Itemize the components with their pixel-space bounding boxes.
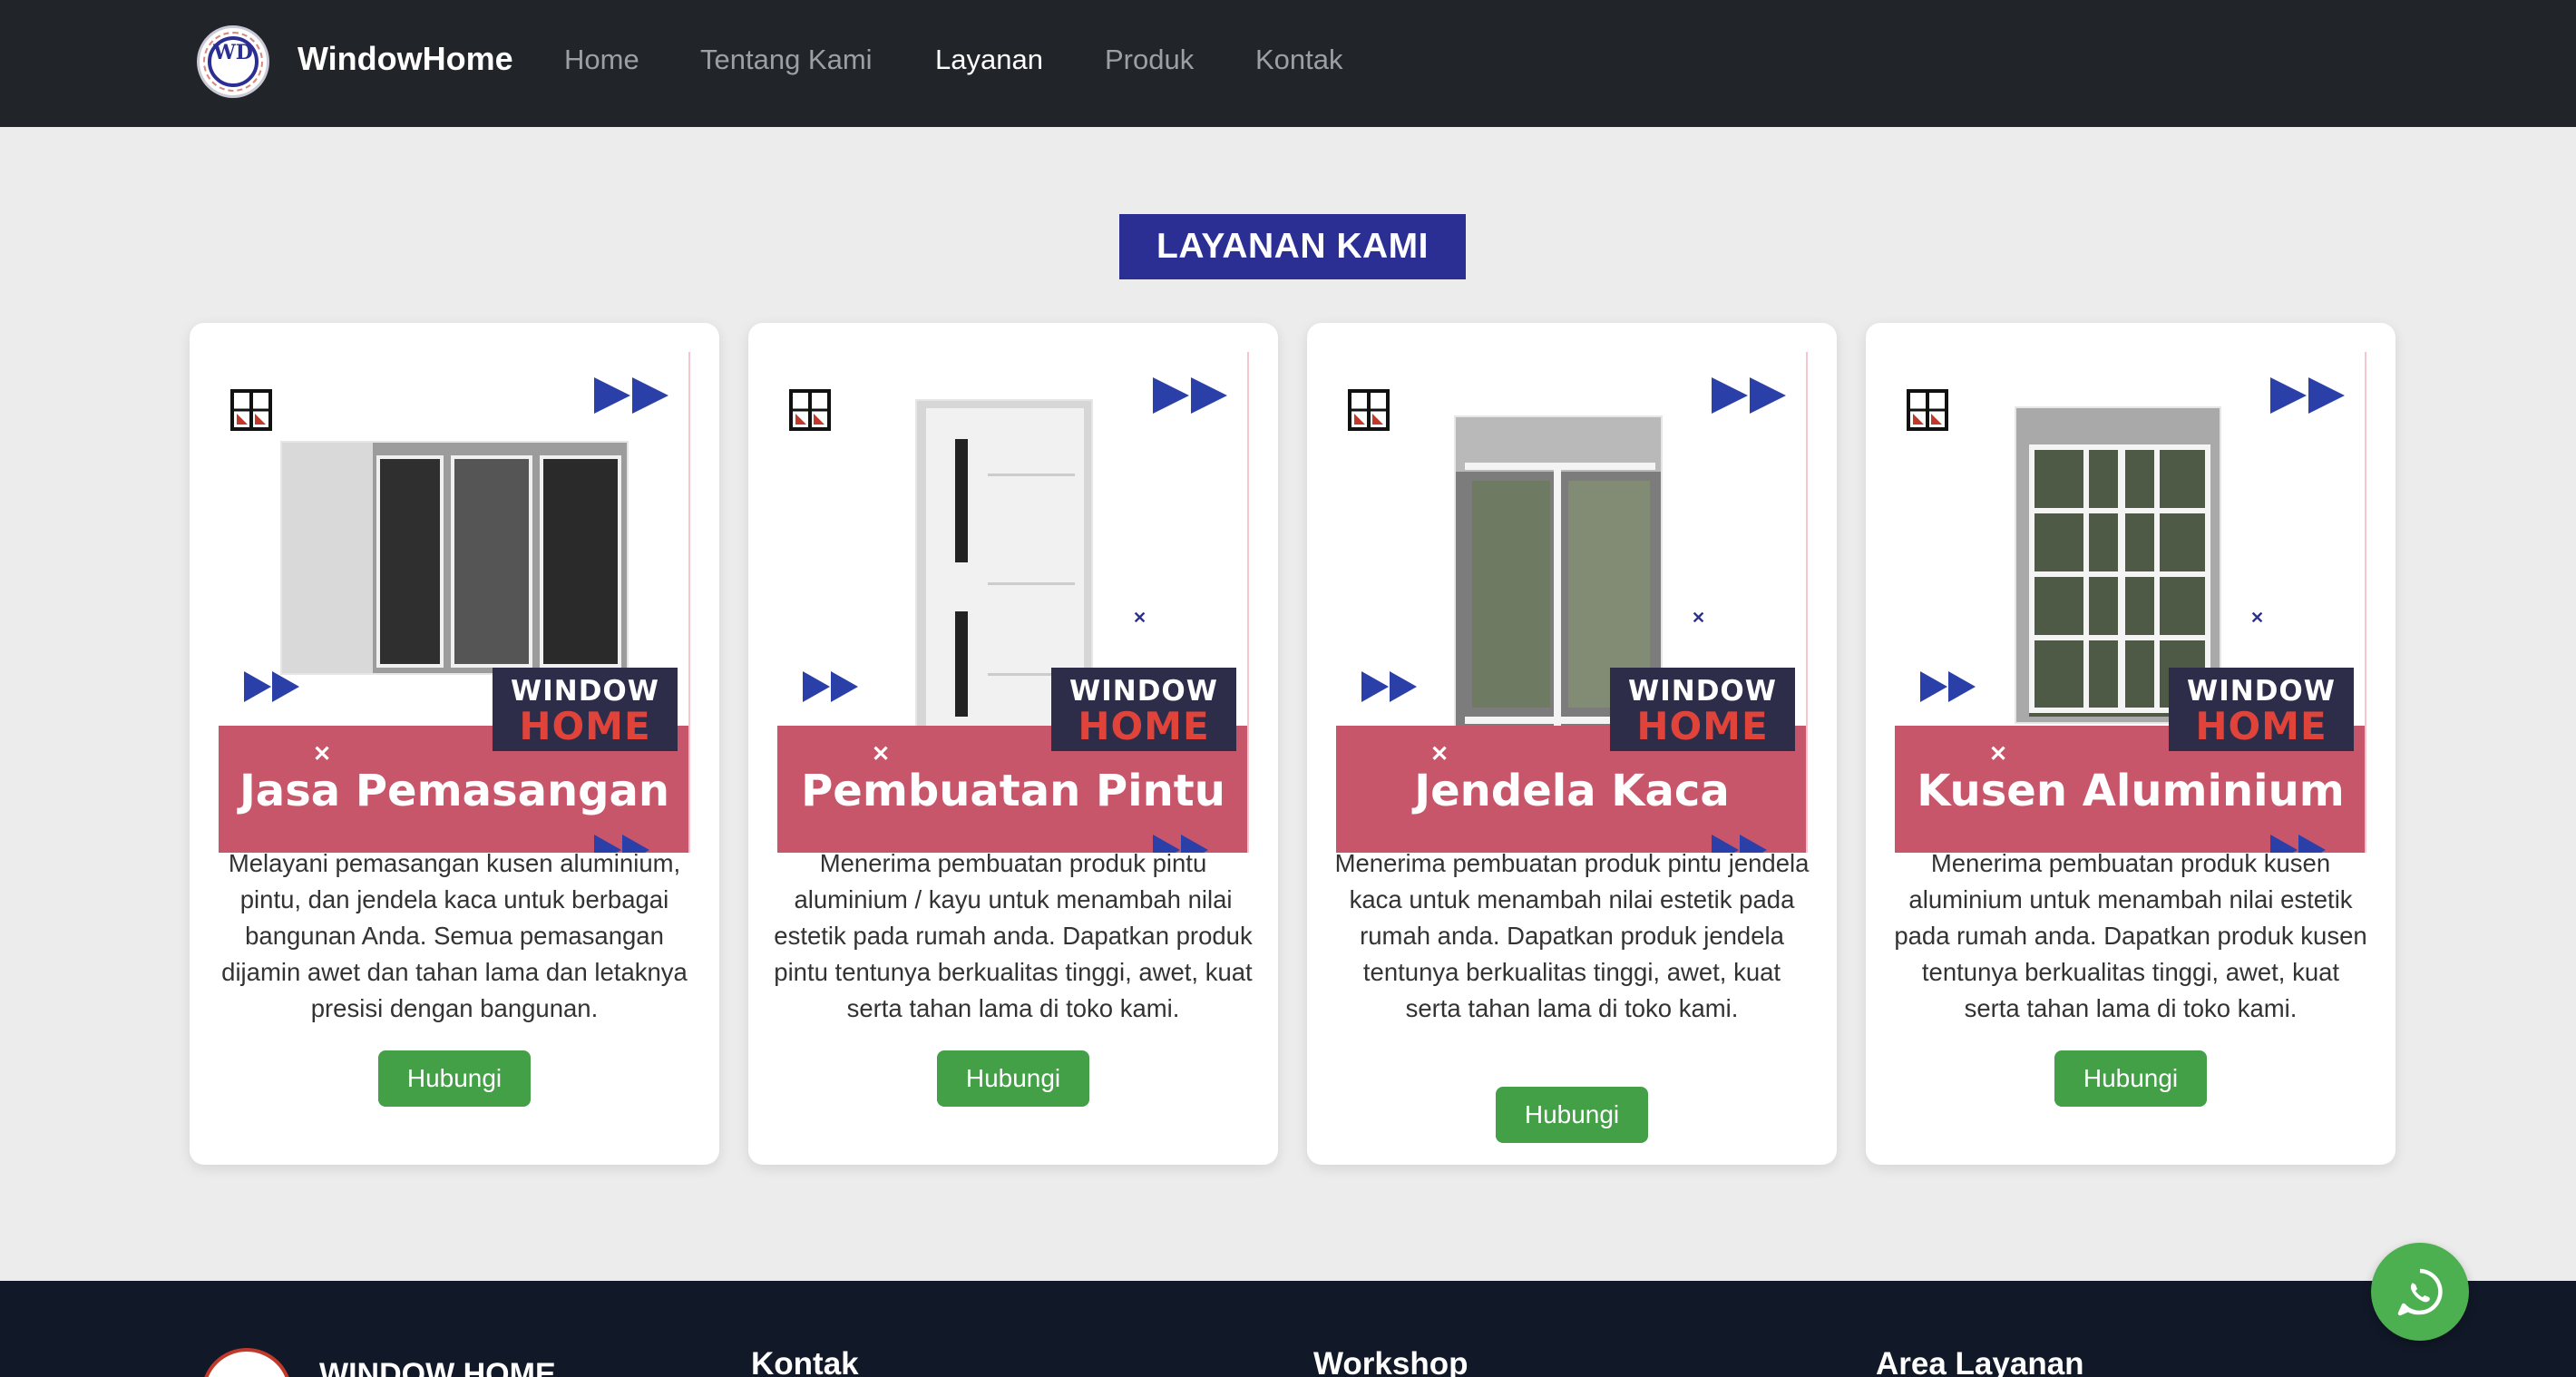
badge-line-1: WINDOW (2187, 675, 2336, 708)
footer-heading-workshop: Workshop (1313, 1346, 1469, 1377)
nav-link-home[interactable]: Home (564, 44, 639, 76)
navbar: WD WindowHome Home Tentang Kami Layanan … (0, 0, 2576, 127)
service-description: Menerima pembuatan produk pintu aluminiu… (774, 849, 1253, 1022)
service-banner-label: Kusen Aluminium (1917, 766, 2345, 816)
double-arrow-icon (2270, 377, 2345, 414)
footer-logo: WD (201, 1348, 292, 1377)
brand-logo[interactable]: WD (197, 25, 269, 98)
badge-line-2: HOME (519, 704, 651, 748)
window-logo-icon (789, 389, 831, 431)
double-arrow-icon (244, 671, 299, 702)
close-mark-icon: ✕ (872, 742, 891, 767)
service-photo (280, 441, 629, 675)
nav-link-tentang-kami[interactable]: Tentang Kami (700, 44, 873, 76)
double-arrow-icon (1153, 377, 1227, 414)
footer-brand: WINDOW HOME (319, 1357, 556, 1377)
service-banner: ✕ ✕ Jendela Kaca WINDOW HOME (1336, 352, 1808, 853)
window-home-badge: WINDOW HOME (1051, 668, 1236, 751)
double-arrow-icon (1920, 671, 1976, 702)
nav-link-produk[interactable]: Produk (1105, 44, 1194, 76)
window-logo-icon (1348, 389, 1390, 431)
service-banner-label: Pembuatan Pintu (801, 766, 1225, 816)
service-banner: ✕ ✕ Pembuatan Pintu WINDOW HOME (777, 352, 1249, 853)
double-arrow-icon (1712, 377, 1786, 414)
whatsapp-button[interactable] (2371, 1243, 2469, 1341)
close-mark-icon: ✕ (2250, 609, 2265, 627)
section-title: LAYANAN KAMI (1119, 214, 1466, 279)
service-card-kusen-aluminium: ✕ ✕ Kusen Aluminium WINDOW HOME Menerima… (1866, 323, 2395, 1165)
nav-link-kontak[interactable]: Kontak (1255, 44, 1343, 76)
service-banner: ✕ Jasa Pemasangan WINDOW HOME (219, 352, 690, 853)
contact-button[interactable]: Hubungi (1496, 1087, 1648, 1143)
badge-line-1: WINDOW (511, 675, 659, 708)
footer-heading-area-layanan: Area Layanan (1876, 1346, 2084, 1377)
whatsapp-icon (2397, 1268, 2443, 1316)
contact-button[interactable]: Hubungi (378, 1050, 531, 1107)
badge-line-2: HOME (1078, 704, 1210, 748)
nav-link-layanan[interactable]: Layanan (935, 44, 1043, 76)
close-mark-icon: ✕ (1692, 609, 1706, 627)
window-home-badge: WINDOW HOME (1610, 668, 1795, 751)
badge-line-1: WINDOW (1069, 675, 1218, 708)
contact-button[interactable]: Hubungi (937, 1050, 1089, 1107)
service-card-jasa-pemasangan: ✕ Jasa Pemasangan WINDOW HOME Melayani p… (190, 323, 719, 1165)
service-description: Menerima pembuatan produk kusen aluminiu… (1894, 849, 2367, 1022)
close-mark-icon: ✕ (1430, 742, 1449, 767)
brand-name[interactable]: WindowHome (298, 40, 513, 78)
window-logo-icon (1907, 389, 1948, 431)
double-arrow-icon (803, 671, 858, 702)
footer: WD WINDOW HOME Kontak Workshop Area Laya… (0, 1281, 2576, 1377)
window-home-badge: WINDOW HOME (493, 668, 678, 751)
double-arrow-icon (1361, 671, 1417, 702)
badge-line-2: HOME (1636, 704, 1769, 748)
service-description: Menerima pembuatan produk pintu jendela … (1334, 849, 1810, 1022)
double-arrow-icon (594, 377, 668, 414)
close-mark-icon: ✕ (313, 742, 332, 767)
service-banner: ✕ ✕ Kusen Aluminium WINDOW HOME (1895, 352, 2366, 853)
service-description: Melayani pemasangan kusen aluminium, pin… (221, 849, 688, 1022)
footer-heading-kontak: Kontak (751, 1346, 859, 1377)
close-mark-icon: ✕ (1133, 609, 1147, 627)
service-card-pembuatan-pintu: ✕ ✕ Pembuatan Pintu WINDOW HOME Menerima… (748, 323, 1278, 1165)
badge-line-1: WINDOW (1628, 675, 1777, 708)
window-logo-icon (230, 389, 272, 431)
contact-button[interactable]: Hubungi (2054, 1050, 2207, 1107)
close-mark-icon: ✕ (1989, 742, 2008, 767)
badge-line-2: HOME (2195, 704, 2327, 748)
window-home-badge: WINDOW HOME (2169, 668, 2354, 751)
logo-text: WD (213, 41, 253, 64)
service-banner-label: Jasa Pemasangan (239, 766, 670, 816)
service-card-jendela-kaca: ✕ ✕ Jendela Kaca WINDOW HOME Menerima pe… (1307, 323, 1837, 1165)
service-banner-label: Jendela Kaca (1414, 766, 1730, 816)
